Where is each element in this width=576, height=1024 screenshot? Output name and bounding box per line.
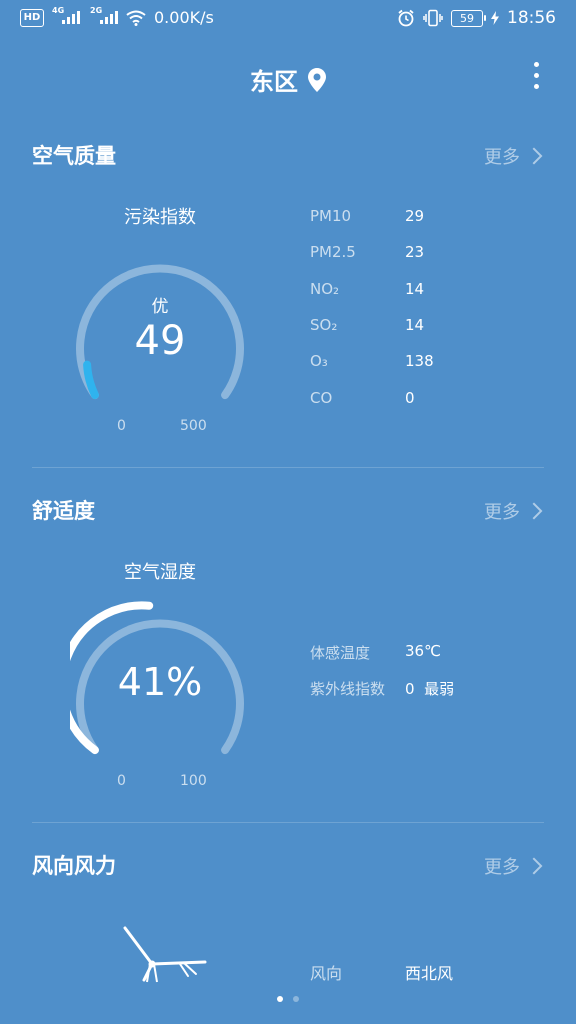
humidity-min: 0 (117, 773, 126, 789)
air-quality-more-label: 更多 (484, 147, 520, 168)
location-pin-icon (308, 67, 326, 92)
wind-turbine-icon (123, 926, 207, 983)
wind-direction-value: 西北风 (405, 964, 454, 983)
status-bar-right: 59 18:56 (397, 8, 556, 28)
pollution-max: 500 (180, 418, 207, 434)
humidity-value: 41% (117, 660, 203, 704)
pollutant-name-o3: O₃ (310, 352, 328, 370)
charging-icon (491, 11, 499, 25)
feels-like-label: 体感温度 (310, 644, 371, 662)
page-dot (293, 996, 299, 1002)
pollutant-value-co: 0 (405, 389, 415, 407)
pollution-index-label: 污染指数 (124, 207, 196, 228)
network-speed: 0.00K/s (154, 8, 214, 27)
battery-icon: 59 (451, 9, 486, 27)
humidity-max: 100 (180, 773, 207, 789)
comfort-title: 舒适度 (32, 499, 95, 523)
hd-badge: HD (20, 8, 44, 27)
page-dot-active (277, 996, 283, 1002)
vibrate-icon (423, 9, 443, 27)
uv-index-label: 紫外线指数 (310, 680, 386, 698)
air-quality-more-link[interactable]: 更多 (484, 143, 543, 169)
chevron-right-icon (525, 502, 543, 520)
location-title[interactable]: 东区 (0, 62, 576, 97)
section-divider (32, 822, 544, 823)
status-bar: HD 4G 2G 0.00K/s 59 18:56 (0, 0, 576, 40)
chevron-right-icon (525, 857, 543, 875)
wind-title: 风向风力 (32, 854, 116, 878)
status-bar-left: HD 4G 2G 0.00K/s (20, 6, 214, 27)
air-quality-title: 空气质量 (32, 144, 116, 168)
wind-direction-label: 风向 (310, 964, 343, 983)
page-indicator (0, 996, 576, 1002)
signal-1-icon: 4G (52, 6, 80, 24)
pollutant-name-co: CO (310, 389, 333, 407)
uv-index-value: 0 最弱 (405, 680, 455, 698)
pollutant-value-pm10: 29 (405, 207, 425, 225)
pollutant-value-so2: 14 (405, 316, 425, 334)
overflow-menu-icon[interactable] (534, 62, 540, 89)
comfort-more-label: 更多 (484, 502, 520, 523)
humidity-label: 空气湿度 (124, 562, 196, 583)
location-name: 东区 (250, 68, 298, 96)
sim2-tag: 2G (90, 6, 103, 15)
signal-2-icon: 2G (90, 6, 118, 24)
clock: 18:56 (507, 8, 556, 28)
pollution-level: 优 (151, 297, 169, 317)
pollutant-value-no2: 14 (405, 280, 425, 298)
wind-more-link[interactable]: 更多 (484, 853, 543, 879)
chevron-right-icon (525, 147, 543, 165)
pollutant-name-no2: NO₂ (310, 280, 340, 298)
pollutant-value-o3: 138 (405, 352, 434, 370)
pollution-value: 49 (134, 318, 186, 364)
comfort-more-link[interactable]: 更多 (484, 498, 543, 524)
section-divider (32, 467, 544, 468)
pollution-min: 0 (117, 418, 126, 434)
wifi-icon (126, 10, 146, 26)
pollutant-name-so2: SO₂ (310, 316, 338, 334)
alarm-icon (398, 9, 414, 27)
sim1-tag: 4G (52, 6, 65, 15)
feels-like-value: 36℃ (405, 642, 441, 660)
pollutant-value-pm25: 23 (405, 243, 425, 261)
pollutant-name-pm25: PM2.5 (310, 243, 356, 261)
wind-more-label: 更多 (484, 857, 520, 878)
pollutant-name-pm10: PM10 (310, 207, 352, 225)
